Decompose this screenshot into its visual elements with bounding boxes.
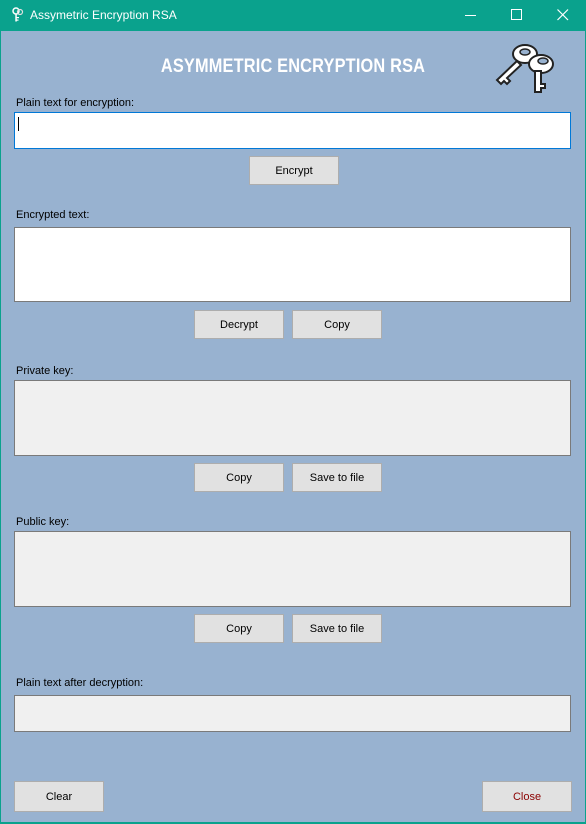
window-title: Assymetric Encryption RSA xyxy=(30,8,177,22)
close-icon xyxy=(557,9,569,21)
private-key-textarea[interactable] xyxy=(15,381,570,455)
encrypt-button[interactable]: Encrypt xyxy=(249,156,339,185)
copy-encrypted-button[interactable]: Copy xyxy=(292,310,382,339)
plain-text-input[interactable] xyxy=(14,112,571,149)
copy-private-key-button[interactable]: Copy xyxy=(194,463,284,492)
maximize-button[interactable] xyxy=(494,0,540,31)
decrypt-button[interactable]: Decrypt xyxy=(194,310,284,339)
title-bar: Assymetric Encryption RSA xyxy=(0,0,586,31)
save-public-key-button[interactable]: Save to file xyxy=(292,614,382,643)
text-caret xyxy=(18,117,19,131)
private-key-field[interactable] xyxy=(14,380,571,456)
decrypted-text-label: Plain text after decryption: xyxy=(16,677,144,689)
minimize-button[interactable] xyxy=(448,0,494,31)
decrypted-text-field[interactable] xyxy=(14,695,571,732)
save-private-key-button[interactable]: Save to file xyxy=(292,463,382,492)
form-body: ASYMMETRIC ENCRYPTION RSA Plain text for… xyxy=(0,31,586,824)
minimize-icon xyxy=(465,15,476,16)
decrypted-text-input[interactable] xyxy=(15,696,570,731)
app-keys-icon xyxy=(10,7,26,23)
close-button[interactable]: Close xyxy=(482,781,572,812)
app-heading: ASYMMETRIC ENCRYPTION RSA xyxy=(160,56,426,77)
private-key-label: Private key: xyxy=(16,365,74,377)
maximize-icon xyxy=(511,9,522,20)
encrypted-text-textarea[interactable] xyxy=(15,228,570,301)
public-key-field[interactable] xyxy=(14,531,571,607)
copy-public-key-button[interactable]: Copy xyxy=(194,614,284,643)
clear-button[interactable]: Clear xyxy=(14,781,104,812)
encrypted-text-field[interactable] xyxy=(14,227,571,302)
public-key-label: Public key: xyxy=(16,516,70,528)
keys-logo-icon xyxy=(495,44,554,93)
plain-text-label: Plain text for encryption: xyxy=(16,97,135,109)
plain-text-textarea[interactable] xyxy=(15,113,570,148)
close-window-button[interactable] xyxy=(540,0,586,31)
encrypted-text-label: Encrypted text: xyxy=(16,209,90,221)
public-key-textarea[interactable] xyxy=(15,532,570,606)
